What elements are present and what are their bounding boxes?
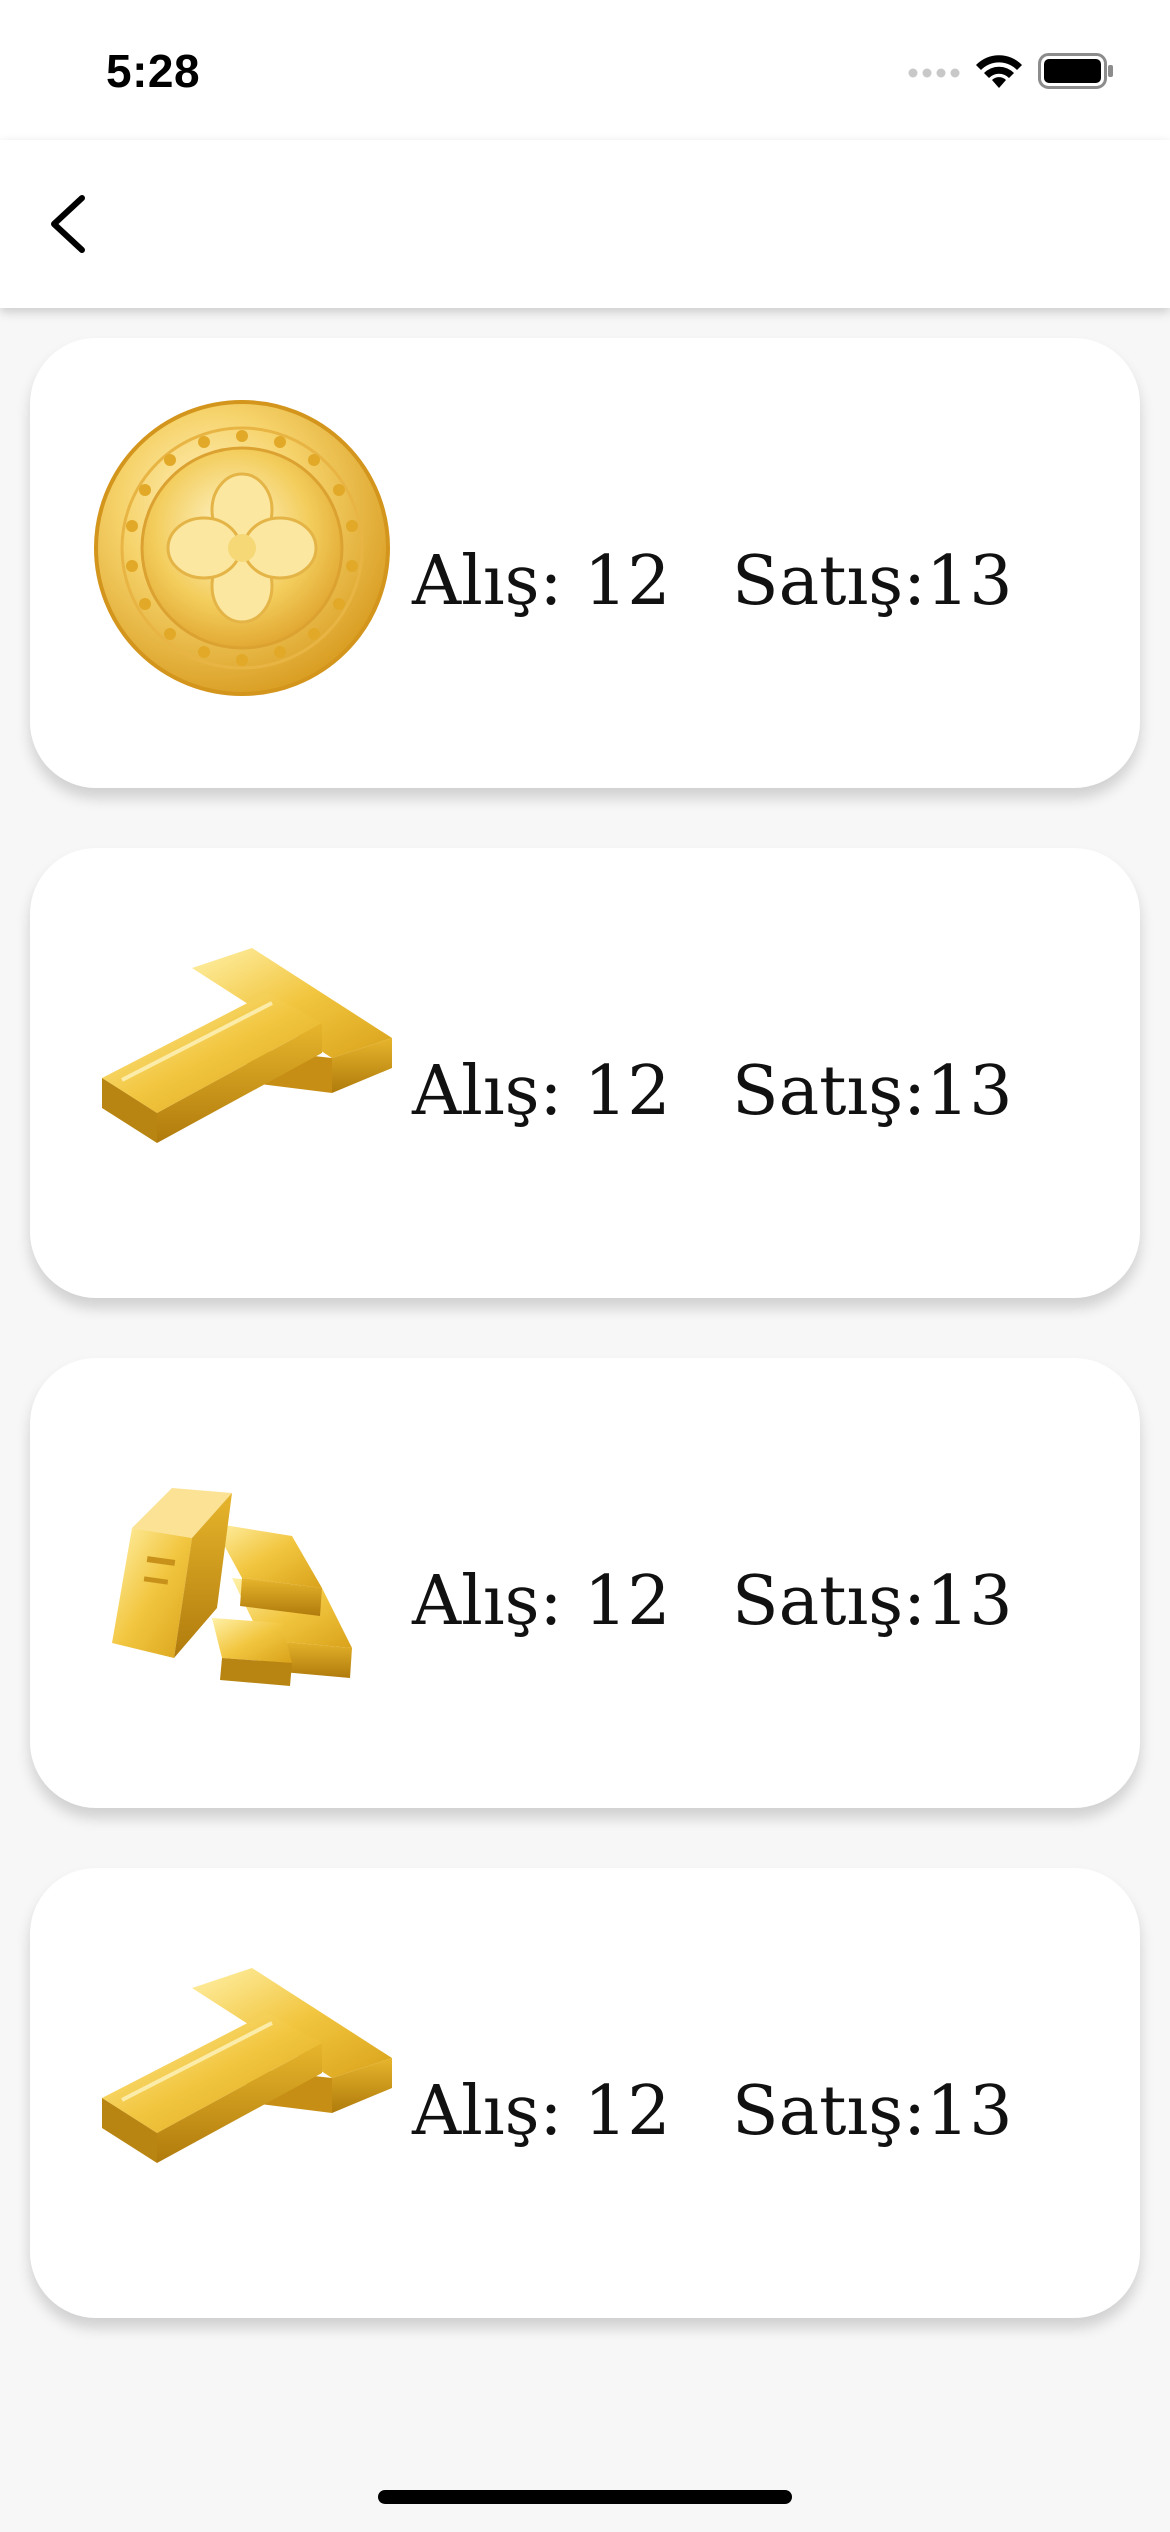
buy-price: Alış: 12	[412, 1562, 671, 1641]
price-card[interactable]: Alış: 12 Satış:13	[30, 1358, 1140, 1808]
sell-price: Satış:13	[732, 1052, 1013, 1131]
gold-coin-icon	[92, 398, 392, 698]
sell-price: Satış:13	[732, 1562, 1013, 1641]
buy-price: Alış: 12	[412, 542, 671, 621]
wifi-icon	[974, 52, 1024, 94]
status-time: 5:28	[106, 45, 201, 97]
chevron-left-icon	[46, 192, 90, 260]
gold-bar-stack-icon	[92, 1418, 392, 1718]
sell-price: Satış:13	[732, 542, 1013, 621]
price-card[interactable]: Alış: 12 Satış:13	[30, 338, 1140, 788]
status-icons	[908, 50, 1114, 96]
price-card[interactable]: Alış: 12 Satış:13	[30, 848, 1140, 1298]
back-button[interactable]	[36, 186, 100, 266]
signal-icon	[908, 64, 960, 83]
buy-price: Alış: 12	[412, 1052, 671, 1131]
sell-price: Satış:13	[732, 2072, 1013, 2151]
screen: 5:28 Alış: 12 Satış:13 Alış: 12 Satış:13…	[0, 0, 1170, 2532]
price-card[interactable]: Alış: 12 Satış:13	[30, 1868, 1140, 2318]
gold-bars-icon	[92, 1928, 392, 2228]
gold-bars-icon	[92, 908, 392, 1208]
status-bar: 5:28	[0, 0, 1170, 140]
home-indicator[interactable]	[378, 2490, 792, 2504]
battery-icon	[1038, 53, 1114, 93]
price-list: Alış: 12 Satış:13 Alış: 12 Satış:13 Alış…	[30, 338, 1140, 2378]
buy-price: Alış: 12	[412, 2072, 671, 2151]
nav-bar	[0, 140, 1170, 308]
